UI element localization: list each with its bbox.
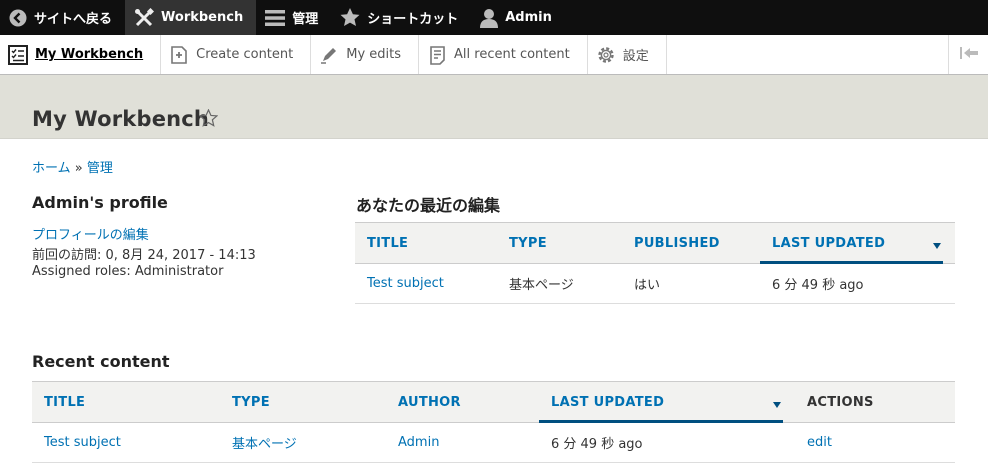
tray-all-recent-label: All recent content	[454, 47, 570, 62]
row-actions-cell: edit	[795, 422, 955, 463]
sort-desc-icon	[933, 238, 941, 253]
row-published-cell: はい	[622, 263, 760, 304]
tray-my-workbench[interactable]: My Workbench	[0, 35, 162, 74]
user-label: Admin	[505, 10, 552, 25]
tray-my-edits-label: My edits	[346, 47, 402, 62]
column-last-updated-label: LAST UPDATED	[551, 394, 665, 410]
tray-settings[interactable]: 設定	[588, 35, 667, 74]
table-header-row: TITLE TYPE PUBLISHED LAST UPDATED	[355, 222, 955, 264]
admin-toolbar: サイトへ戻る Workbench 管理 ショートカット Admin	[0, 0, 988, 35]
manage-label: 管理	[292, 12, 319, 27]
manage-tab[interactable]: 管理	[256, 0, 331, 35]
page-header: My Workbench	[0, 75, 988, 139]
tray-settings-label: 設定	[622, 49, 649, 64]
breadcrumb: ホーム » 管理	[32, 157, 113, 176]
column-type[interactable]: TYPE	[497, 222, 622, 264]
edit-profile-link[interactable]: プロフィールの編集	[32, 224, 149, 243]
breadcrumb-admin[interactable]: 管理	[87, 161, 113, 176]
column-author[interactable]: AUTHOR	[386, 381, 539, 423]
recent-content-title: Recent content	[32, 352, 170, 371]
row-author-cell: Admin	[386, 422, 539, 463]
breadcrumb-home[interactable]: ホーム	[32, 161, 71, 176]
documents-icon	[427, 45, 447, 65]
table-row: Test subject 基本ページ Admin 6 分 49 秒 ago ed…	[32, 422, 955, 463]
row-title-link[interactable]: Test subject	[44, 435, 121, 450]
back-to-site-link[interactable]: サイトへ戻る	[0, 0, 125, 35]
tray-my-workbench-label: My Workbench	[35, 47, 144, 62]
tray-my-edits[interactable]: My edits	[311, 35, 420, 74]
column-title[interactable]: TITLE	[355, 222, 497, 264]
star-icon	[340, 8, 360, 27]
user-icon	[480, 8, 499, 28]
row-updated-cell: 6 分 49 秒 ago	[539, 422, 795, 463]
my-edits-table: TITLE TYPE PUBLISHED LAST UPDATED Test s…	[355, 222, 955, 304]
last-access-text: 前回の訪問: 0, 8月 24, 2017 - 14:13	[32, 248, 256, 263]
sort-indicator	[539, 420, 783, 423]
recent-content-table: TITLE TYPE AUTHOR LAST UPDATED ACTIONS T…	[32, 381, 955, 463]
tray-create-content[interactable]: Create content	[161, 35, 312, 74]
back-to-site-label: サイトへ戻る	[34, 12, 113, 27]
shortcuts-tab[interactable]: ショートカット	[331, 0, 471, 35]
column-type[interactable]: TYPE	[220, 381, 386, 423]
column-last-updated[interactable]: LAST UPDATED	[539, 381, 795, 423]
workbench-tray: My Workbench Create content My edits All…	[0, 35, 988, 75]
user-tab[interactable]: Admin	[471, 0, 565, 35]
back-circle-icon	[9, 9, 27, 27]
page-title: My Workbench	[32, 107, 210, 131]
tray-create-content-label: Create content	[196, 47, 294, 62]
sort-indicator	[760, 261, 943, 264]
add-document-icon	[169, 45, 189, 65]
row-type-cell: 基本ページ	[220, 422, 386, 463]
row-author-link[interactable]: Admin	[398, 435, 439, 450]
row-type-link[interactable]: 基本ページ	[232, 437, 297, 452]
sort-desc-icon	[773, 397, 781, 412]
collapse-left-icon	[959, 46, 978, 63]
row-title-link[interactable]: Test subject	[367, 276, 444, 291]
table-row: Test subject 基本ページ はい 6 分 49 秒 ago	[355, 263, 955, 304]
menu-icon	[265, 9, 286, 27]
workbench-label: Workbench	[161, 10, 244, 25]
row-updated-cell: 6 分 49 秒 ago	[760, 263, 955, 304]
tray-all-recent[interactable]: All recent content	[419, 35, 588, 74]
assigned-roles-text: Assigned roles: Administrator	[32, 264, 224, 279]
shortcuts-label: ショートカット	[367, 12, 459, 27]
row-title-cell: Test subject	[32, 422, 220, 463]
column-actions: ACTIONS	[795, 381, 955, 423]
column-last-updated[interactable]: LAST UPDATED	[760, 222, 955, 264]
checklist-icon	[8, 44, 28, 65]
tray-collapse-button[interactable]	[948, 35, 988, 74]
column-last-updated-label: LAST UPDATED	[772, 235, 886, 251]
pencil-icon	[319, 45, 339, 65]
shortcut-star-icon[interactable]	[198, 108, 219, 131]
my-edits-title: あなたの最近の編集	[356, 196, 501, 215]
row-edit-link[interactable]: edit	[807, 435, 832, 450]
column-title[interactable]: TITLE	[32, 381, 220, 423]
tray-spacer	[667, 35, 948, 74]
breadcrumb-separator: »	[74, 161, 83, 176]
profile-title: Admin's profile	[32, 193, 168, 212]
column-published[interactable]: PUBLISHED	[622, 222, 760, 264]
tools-icon	[134, 7, 155, 28]
workbench-tab[interactable]: Workbench	[125, 0, 257, 35]
row-type-cell: 基本ページ	[497, 263, 622, 304]
row-title-cell: Test subject	[355, 263, 497, 304]
table-header-row: TITLE TYPE AUTHOR LAST UPDATED ACTIONS	[32, 381, 955, 423]
gear-icon	[596, 45, 616, 65]
